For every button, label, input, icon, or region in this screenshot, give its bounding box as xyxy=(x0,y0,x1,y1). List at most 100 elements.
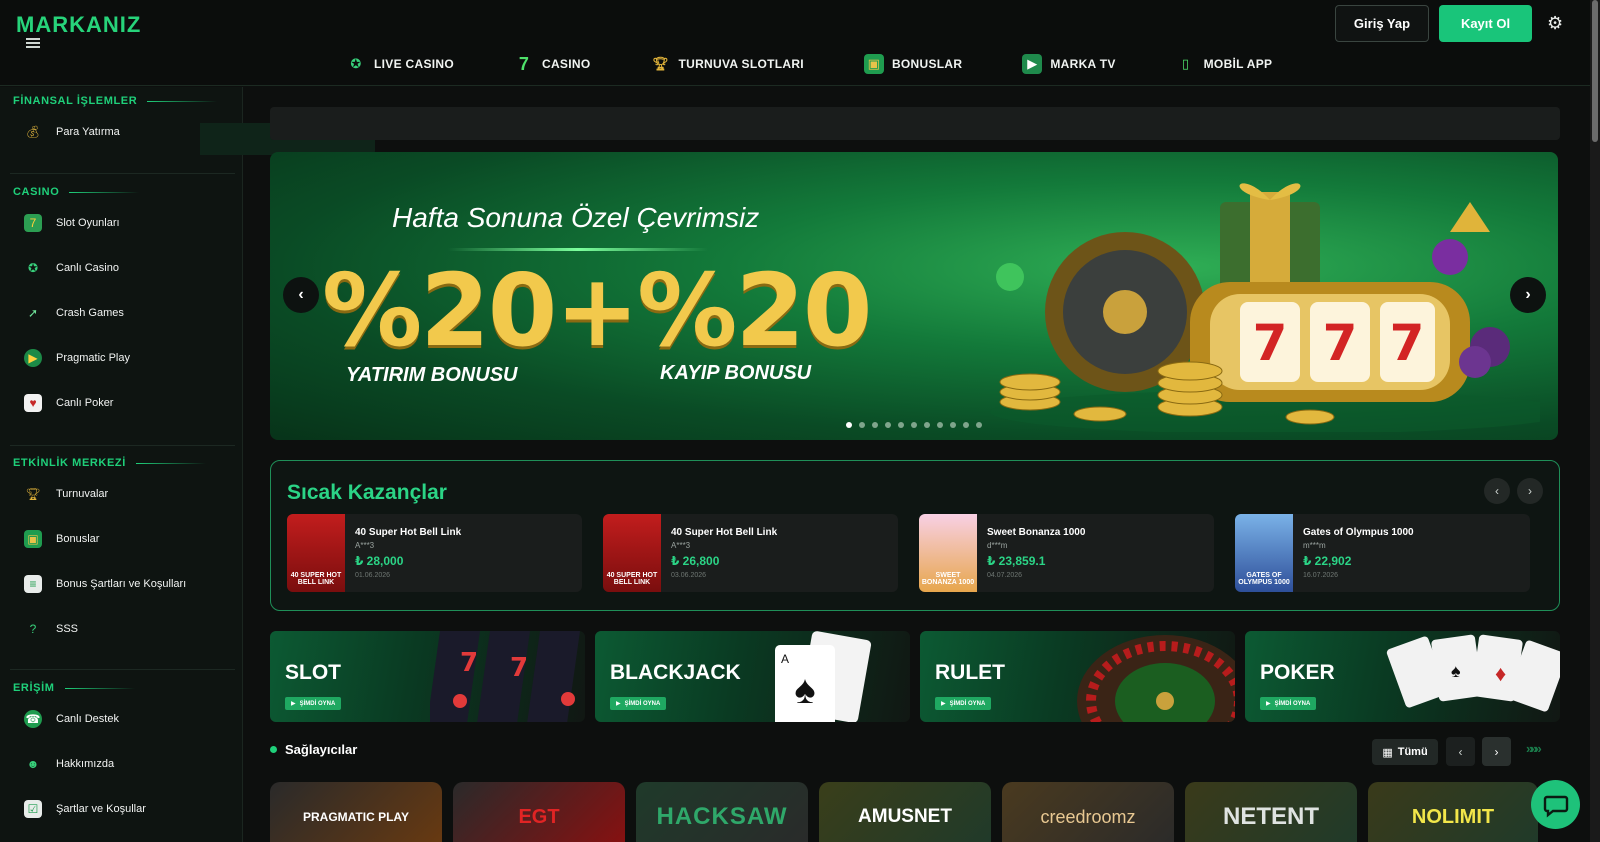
provider-card[interactable]: HACKSAW xyxy=(636,782,808,842)
sidebar-item-slots[interactable]: 7 Slot Oyunları xyxy=(24,214,120,232)
view-all-providers-button[interactable]: ▦ Tümü xyxy=(1372,739,1438,765)
category-blackjack[interactable]: ♠ A BLACKJACK ▶ ŞİMDİ OYNA xyxy=(595,631,910,722)
banner-dot[interactable] xyxy=(885,422,891,428)
banner-pagination xyxy=(846,422,982,428)
nav-tournament-slots[interactable]: 🏆︎ TURNUVA SLOTLARI xyxy=(650,54,804,74)
hot-wins-next-button[interactable]: › xyxy=(1517,478,1543,504)
win-amount: ₺ 22,902 xyxy=(1303,554,1352,568)
banner-dot[interactable] xyxy=(846,422,852,428)
sidebar-item-label: SSS xyxy=(56,623,79,635)
nav-mobile-app[interactable]: ▯ MOBİL APP xyxy=(1176,54,1273,74)
category-roulette[interactable]: RULET ▶ ŞİMDİ OYNA xyxy=(920,631,1235,722)
grid-icon: ▦ xyxy=(1382,746,1393,759)
banner-dot[interactable] xyxy=(963,422,969,428)
chat-bubble-icon xyxy=(1543,795,1568,817)
slot-machine-icon: 7 xyxy=(24,214,42,232)
sidebar-item-live-poker[interactable]: ♥ Canlı Poker xyxy=(24,394,113,412)
document-icon: ≡ xyxy=(24,575,42,593)
provider-card[interactable]: AMUSNET xyxy=(819,782,991,842)
site-logo[interactable]: MARKANIZ xyxy=(16,12,141,38)
banner-dot[interactable] xyxy=(898,422,904,428)
svg-text:7: 7 xyxy=(460,648,478,678)
promo-banner[interactable]: Hafta Sonuna Özel Çevrimsiz %20+%20 YATI… xyxy=(270,152,1558,440)
banner-dot[interactable] xyxy=(950,422,956,428)
sidebar-item-tournaments[interactable]: 🏆︎ Turnuvalar xyxy=(24,485,108,503)
win-card[interactable]: 40 SUPER HOT BELL LINK 40 Super Hot Bell… xyxy=(287,514,582,592)
settings-gear-icon[interactable]: ⚙ xyxy=(1547,14,1565,32)
provider-card[interactable]: creedroomz xyxy=(1002,782,1174,842)
sidebar-item-live-casino[interactable]: ✪ Canlı Casino xyxy=(24,259,119,277)
nav-live-casino[interactable]: ✪ LIVE CASINO xyxy=(346,54,454,74)
register-button[interactable]: Kayıt Ol xyxy=(1439,5,1532,42)
play-icon: ▶ xyxy=(24,349,42,367)
sidebar-item-live-support[interactable]: ☎ Canlı Destek xyxy=(24,710,119,728)
category-poker[interactable]: ♦ ♠ POKER ▶ ŞİMDİ OYNA xyxy=(1245,631,1560,722)
gift-icon: ▣ xyxy=(863,54,884,74)
win-amount: ₺ 26,800 xyxy=(671,554,720,568)
banner-dot[interactable] xyxy=(911,422,917,428)
banner-dot[interactable] xyxy=(924,422,930,428)
category-label: SLOT xyxy=(285,661,341,684)
menu-icon[interactable] xyxy=(26,38,40,48)
win-user: d***m xyxy=(987,541,1008,550)
provider-name: PRAGMATIC PLAY xyxy=(302,810,409,824)
sidebar-item-crash-games[interactable]: ➚ Crash Games xyxy=(24,304,124,322)
search-bar[interactable] xyxy=(270,107,1560,140)
sidebar-item-label: Para Yatırma xyxy=(56,126,120,138)
win-date: 01.06.2026 xyxy=(355,572,391,579)
sidebar-item-about[interactable]: ☻ Hakkımızda xyxy=(24,755,114,773)
banner-dot[interactable] xyxy=(872,422,878,428)
sidebar-item-label: Şartlar ve Koşullar xyxy=(56,803,146,815)
play-now-button[interactable]: ▶ ŞİMDİ OYNA xyxy=(285,697,342,710)
page-scrollbar[interactable] xyxy=(1590,0,1600,842)
banner-dot[interactable] xyxy=(976,422,982,428)
sidebar-item-label: Turnuvalar xyxy=(56,488,109,500)
live-chat-button[interactable] xyxy=(1531,780,1580,829)
provider-card[interactable]: NETENT xyxy=(1185,782,1357,842)
win-card[interactable]: GATES OF OLYMPUS 1000 Gates of Olympus 1… xyxy=(1235,514,1530,592)
win-card[interactable]: SWEET BONANZA 1000 Sweet Bonanza 1000 d*… xyxy=(919,514,1214,592)
provider-name: NOLIMIT xyxy=(1411,805,1495,828)
sidebar-item-pragmatic[interactable]: ▶ Pragmatic Play xyxy=(24,349,130,367)
section-dot-icon xyxy=(270,746,277,753)
banner-next-button[interactable]: › xyxy=(1510,277,1546,313)
play-now-button[interactable]: ▶ ŞİMDİ OYNA xyxy=(610,697,667,710)
providers-prev-button[interactable]: ‹ xyxy=(1446,737,1475,766)
play-icon: ▶ xyxy=(291,701,296,707)
login-button[interactable]: Giriş Yap xyxy=(1335,5,1429,42)
sidebar-item-terms[interactable]: ☑ Şartlar ve Koşullar xyxy=(24,800,146,818)
sidebar: FİNANSAL İŞLEMLER 💰︎ Para Yatırma CASINO… xyxy=(0,87,243,842)
sidebar-item-label: Canlı Poker xyxy=(56,397,114,409)
sidebar-item-bonuses[interactable]: ▣ Bonuslar xyxy=(24,530,99,548)
play-now-label: ŞİMDİ OYNA xyxy=(1274,700,1311,707)
scrollbar-thumb[interactable] xyxy=(1592,0,1598,142)
win-game-name: Sweet Bonanza 1000 xyxy=(987,527,1086,538)
banner-prev-button[interactable]: ‹ xyxy=(283,277,319,313)
win-date: 16.07.2026 xyxy=(1303,572,1339,579)
sidebar-item-label: Canlı Casino xyxy=(56,262,119,274)
slot-reels-illustration: 7 7 xyxy=(430,631,580,722)
tv-icon: ▶ xyxy=(1022,54,1043,74)
sidebar-item-deposit[interactable]: 💰︎ Para Yatırma xyxy=(24,123,120,141)
win-game-name: 40 Super Hot Bell Link xyxy=(671,527,778,538)
roulette-chip-icon: ✪ xyxy=(350,56,362,71)
hot-wins-prev-button[interactable]: ‹ xyxy=(1484,478,1510,504)
play-now-button[interactable]: ▶ ŞİMDİ OYNA xyxy=(935,697,992,710)
scroll-hint-icon: »»» xyxy=(1526,741,1542,756)
svg-text:7: 7 xyxy=(510,653,528,683)
play-now-button[interactable]: ▶ ŞİMDİ OYNA xyxy=(1260,697,1317,710)
provider-card[interactable]: NOLIMIT xyxy=(1368,782,1538,842)
nav-casino[interactable]: 7 CASINO xyxy=(514,54,590,74)
banner-dot[interactable] xyxy=(937,422,943,428)
nav-bonuses[interactable]: ▣ BONUSLAR xyxy=(863,54,962,74)
sidebar-item-faq[interactable]: ? SSS xyxy=(24,620,78,638)
providers-next-button[interactable]: › xyxy=(1482,737,1511,766)
win-card[interactable]: 40 SUPER HOT BELL LINK 40 Super Hot Bell… xyxy=(603,514,898,592)
nav-brand-tv[interactable]: ▶ MARKA TV xyxy=(1022,54,1115,74)
category-slot[interactable]: 7 7 SLOT ▶ ŞİMDİ OYNA xyxy=(270,631,585,722)
banner-dot[interactable] xyxy=(859,422,865,428)
provider-card[interactable]: PRAGMATIC PLAY xyxy=(270,782,442,842)
sidebar-item-bonus-terms[interactable]: ≡ Bonus Şartları ve Koşulları xyxy=(24,575,186,593)
provider-card[interactable]: EGT xyxy=(453,782,625,842)
nav-label: MARKA TV xyxy=(1050,57,1116,71)
